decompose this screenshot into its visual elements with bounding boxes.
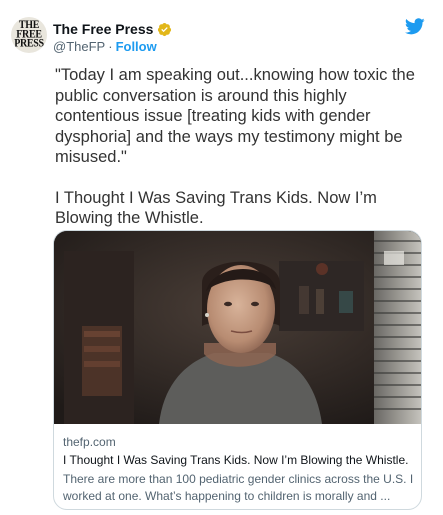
tweet-headline: I Thought I Was Saving Trans Kids. Now I… bbox=[55, 188, 377, 228]
card-domain: thefp.com bbox=[63, 435, 116, 449]
twitter-bird-icon[interactable] bbox=[405, 18, 425, 35]
verified-badge-icon bbox=[158, 22, 172, 36]
avatar[interactable]: THE FREE PRESS bbox=[11, 17, 47, 53]
handle-row: @TheFP · Follow bbox=[53, 39, 157, 54]
avatar-logo-text: THE FREE PRESS bbox=[14, 18, 44, 50]
card-description: There are more than 100 pediatric gender… bbox=[63, 472, 414, 503]
tweet-quote: "Today I am speaking out...knowing how t… bbox=[55, 66, 415, 166]
tweet-embed: THE FREE PRESS The Free Press @TheFP · F… bbox=[0, 0, 443, 515]
article-photo-illustration bbox=[54, 231, 421, 424]
separator-dot: · bbox=[108, 39, 113, 54]
card-title: I Thought I Was Saving Trans Kids. Now I… bbox=[63, 453, 409, 467]
display-name[interactable]: The Free Press bbox=[53, 21, 153, 37]
name-row: The Free Press bbox=[53, 21, 172, 37]
follow-button[interactable]: Follow bbox=[116, 39, 157, 54]
link-preview-card[interactable]: thefp.com I Thought I Was Saving Trans K… bbox=[53, 230, 422, 510]
handle[interactable]: @TheFP bbox=[53, 39, 105, 54]
article-photo bbox=[54, 231, 421, 424]
tweet-body: "Today I am speaking out...knowing how t… bbox=[55, 65, 427, 229]
